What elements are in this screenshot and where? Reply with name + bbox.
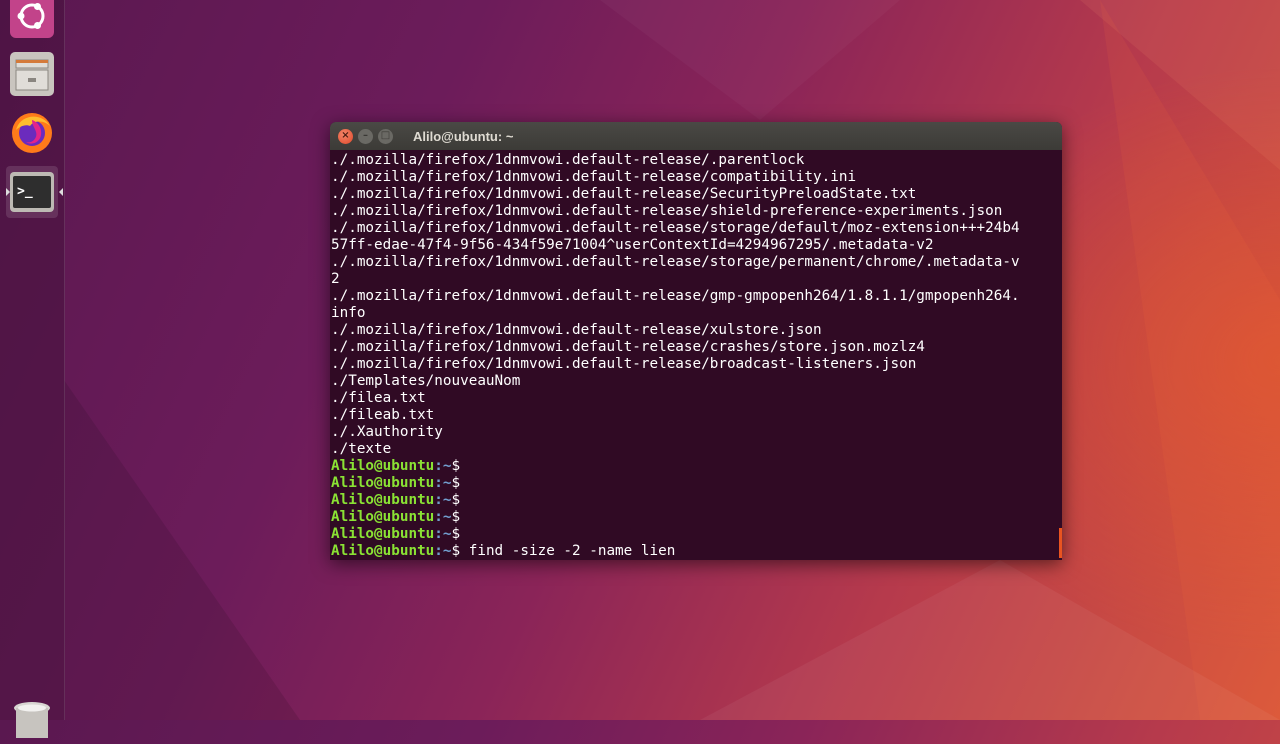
prompt-line: Alilo@ubuntu:~$ [331,458,1060,475]
launcher-item-files[interactable] [6,48,58,100]
output-line: ./texte [331,441,392,457]
prompt-path: :~ [434,492,452,508]
output-line: ./filea.txt [331,390,426,406]
terminal-icon-glyph: >_ [17,184,33,199]
output-line: ./.mozilla/firefox/1dnmvowi.default-rele… [331,339,925,355]
output-line: ./Templates/nouveauNom [331,373,521,389]
prompt-symbol: $ [451,475,461,491]
terminal-window[interactable]: × – □ Alilo@ubuntu: ~ ./.mozilla/firefox… [330,122,1062,560]
terminal-screen[interactable]: ./.mozilla/firefox/1dnmvowi.default-rele… [330,150,1062,560]
prompt-symbol: $ [451,543,461,559]
trash-icon [14,702,50,738]
prompt-user: Alilo@ubuntu [331,458,435,474]
prompt-symbol: $ [451,509,461,525]
prompt-user: Alilo@ubuntu [331,526,435,542]
output-line: ./.mozilla/firefox/1dnmvowi.default-rele… [331,356,917,372]
output-line: ./.mozilla/firefox/1dnmvowi.default-rele… [331,322,822,338]
command-input[interactable]: find -size -2 -name lien [460,543,676,559]
scrollbar[interactable] [1059,528,1062,558]
launcher-item-trash[interactable] [6,692,58,744]
launcher-item-firefox[interactable] [6,106,58,158]
prompt-symbol: $ [451,458,461,474]
prompt-path: :~ [434,509,452,525]
prompt-user: Alilo@ubuntu [331,543,435,559]
maximize-button[interactable]: □ [378,128,393,144]
maximize-icon: □ [380,130,391,141]
window-titlebar[interactable]: × – □ Alilo@ubuntu: ~ [330,122,1062,150]
output-line: ./.mozilla/firefox/1dnmvowi.default-rele… [331,203,1003,219]
running-indicator [6,188,10,196]
prompt-path: :~ [434,526,452,542]
prompt-line: Alilo@ubuntu:~$ [331,526,1060,543]
output-line: ./fileab.txt [331,407,435,423]
unity-launcher: >_ [0,0,65,738]
output-line: info [331,305,366,321]
prompt-user: Alilo@ubuntu [331,492,435,508]
focus-indicator [59,188,63,196]
terminal-icon: >_ [10,172,54,212]
output-line: 2 [331,271,340,287]
firefox-icon [12,113,52,153]
prompt-line: Alilo@ubuntu:~$ [331,475,1060,492]
prompt-line: Alilo@ubuntu:~$ [331,509,1060,526]
prompt-line: Alilo@ubuntu:~$ [331,492,1060,509]
launcher-item-terminal[interactable]: >_ [6,166,63,218]
prompt-symbol: $ [451,492,461,508]
files-icon [10,52,54,96]
output-line: ./.mozilla/firefox/1dnmvowi.default-rele… [331,169,857,185]
output-line: ./.Xauthority [331,424,443,440]
output-line: ./.mozilla/firefox/1dnmvowi.default-rele… [331,254,1020,270]
launcher-item-dash[interactable] [6,0,58,42]
minimize-icon: – [363,130,368,141]
prompt-path: :~ [434,475,452,491]
output-line: ./.mozilla/firefox/1dnmvowi.default-rele… [331,186,917,202]
prompt-user: Alilo@ubuntu [331,475,435,491]
window-title: Alilo@ubuntu: ~ [413,128,514,144]
output-line: ./.mozilla/firefox/1dnmvowi.default-rele… [331,288,1020,304]
output-line: 57ff-edae-47f4-9f56-434f59e71004^userCon… [331,237,934,253]
close-button[interactable]: × [338,128,353,144]
output-line: ./.mozilla/firefox/1dnmvowi.default-rele… [331,220,1020,236]
prompt-path: :~ [434,458,452,474]
prompt-line: Alilo@ubuntu:~$ find -size -2 -name lien [331,543,1060,560]
output-line: ./.mozilla/firefox/1dnmvowi.default-rele… [331,152,805,168]
prompt-symbol: $ [451,526,461,542]
ubuntu-dash-icon [10,0,54,38]
close-icon: × [341,130,350,141]
prompt-path: :~ [434,543,452,559]
minimize-button[interactable]: – [358,128,373,144]
prompt-user: Alilo@ubuntu [331,509,435,525]
